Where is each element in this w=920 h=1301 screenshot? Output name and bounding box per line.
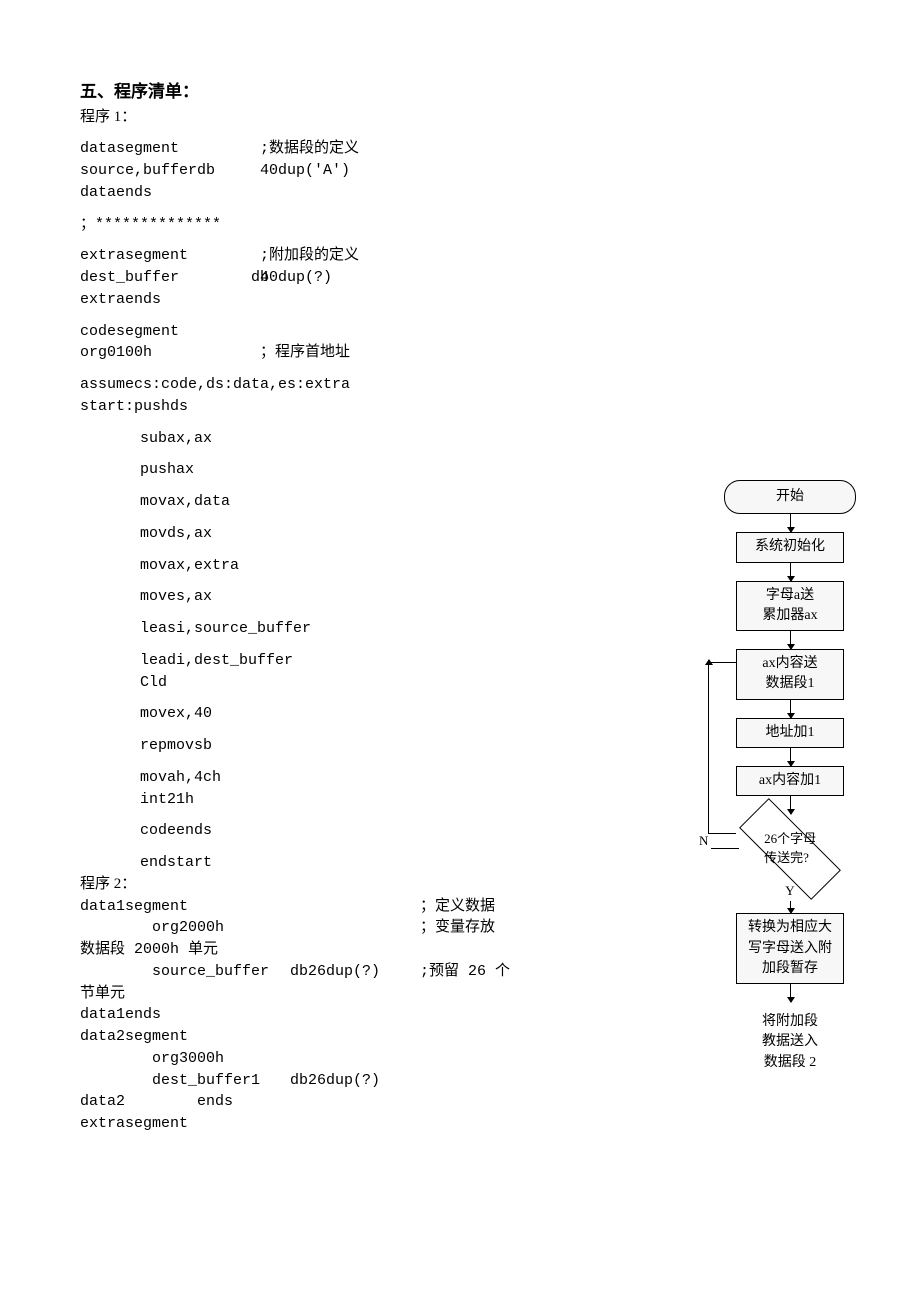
flow-text: 写字母送入附	[745, 939, 835, 959]
code-text: 数据段 2000h 单元	[80, 939, 218, 961]
code-text: codeends	[140, 820, 212, 842]
flow-text: 数据段 2	[762, 1053, 818, 1073]
code-text: db26dup(?)	[290, 1070, 380, 1092]
arrow-icon	[790, 901, 791, 913]
flow-text: ax内容送	[745, 654, 835, 674]
code-text: source_buffer	[80, 961, 290, 983]
code-text: source,bufferdb	[80, 160, 260, 182]
flow-step: ax内容送 数据段1	[736, 649, 844, 700]
code-text: ;附加段的定义	[260, 245, 700, 267]
flow-text: 传送完?	[764, 849, 816, 868]
code-text: start:pushds	[80, 396, 188, 418]
code-text: int21h	[140, 789, 194, 811]
code-text: 40dup(?)	[260, 267, 700, 289]
code-text: org2000h	[80, 917, 420, 939]
code-text: leadi,dest_buffer	[140, 650, 293, 672]
code-text: data1ends	[80, 1004, 161, 1026]
flow-label-yes: Y	[785, 882, 794, 901]
arrow-up-icon	[705, 659, 713, 665]
code-text: 节单元	[80, 983, 125, 1005]
code-text: movds,ax	[140, 523, 212, 545]
arrow-icon	[790, 984, 791, 1002]
section-title: 五、程序清单：	[80, 80, 700, 105]
code-text: assumecs:code,ds:data,es:extra	[80, 374, 350, 396]
code-text: Cld	[140, 672, 167, 694]
code-text: ；**************	[80, 214, 221, 236]
program2-code: data1segment；定义数据 org2000h；变量存放 数据段 2000…	[80, 896, 700, 1135]
flow-text: 字母a送	[745, 586, 835, 606]
flow-text: 26个字母	[764, 831, 816, 850]
code-text: movex,40	[140, 703, 212, 725]
flow-text: 加段暂存	[745, 959, 835, 979]
code-text: data1segment	[80, 896, 420, 918]
code-text: extrasegment	[80, 1113, 188, 1135]
code-text: ；定义数据	[420, 896, 495, 918]
arrow-icon	[790, 563, 791, 581]
code-text: extraends	[80, 289, 260, 311]
flow-text: 教据送入	[762, 1032, 818, 1052]
flow-text: 将附加段	[762, 1012, 818, 1032]
code-text: db26dup(?)	[290, 961, 420, 983]
arrow-icon	[790, 700, 791, 718]
code-text: org3000h	[80, 1048, 224, 1070]
flow-step: ax内容加1	[736, 766, 844, 796]
flow-text: 数据段1	[745, 674, 835, 694]
loop-line	[711, 848, 739, 849]
flowchart: 开始 系统初始化 字母a送 累加器ax ax内容送 数据段1 地址加1 ax内容…	[700, 480, 880, 1073]
code-text: dest_buffer1	[80, 1070, 290, 1092]
code-text: 40dup('A')	[260, 160, 700, 182]
code-text: datasegment	[80, 138, 260, 160]
code-text: repmovsb	[140, 735, 212, 757]
arrow-icon	[790, 514, 791, 532]
arrow-icon	[790, 631, 791, 649]
code-text: pushax	[140, 459, 194, 481]
flow-step: 将附加段 教据送入 数据段 2	[762, 1012, 818, 1073]
flow-text: 累加器ax	[745, 606, 835, 626]
program1-label: 程序 1：	[80, 107, 700, 129]
code-text: dest_buffer db	[80, 267, 260, 289]
code-text: subax,ax	[140, 428, 212, 450]
code-text: movah,4ch	[140, 767, 221, 789]
code-text: leasi,source_buffer	[140, 618, 311, 640]
arrow-icon	[790, 748, 791, 766]
code-text: moves,ax	[140, 586, 212, 608]
code-text: ;预留 26 个	[420, 961, 510, 983]
code-text: data2segment	[80, 1026, 188, 1048]
code-text: movax,data	[140, 491, 230, 513]
flow-step: 字母a送 累加器ax	[736, 581, 844, 632]
arrow-icon	[790, 796, 791, 814]
flow-label-no: N	[699, 832, 708, 851]
code-text: ；程序首地址	[260, 342, 700, 364]
loop-line	[708, 663, 709, 834]
flow-text: 转换为相应大	[745, 918, 835, 938]
code-text: extrasegment	[80, 245, 260, 267]
code-text: data2 ends	[80, 1091, 233, 1113]
flow-step: 转换为相应大 写字母送入附 加段暂存	[736, 913, 844, 984]
flow-step: 地址加1	[736, 718, 844, 748]
program2-label: 程序 2：	[80, 874, 700, 896]
code-text: dataends	[80, 182, 260, 204]
code-text: movax,extra	[140, 555, 239, 577]
code-text: ；变量存放	[420, 917, 495, 939]
program1-code: datasegment;数据段的定义 source,bufferdb40dup(…	[80, 138, 700, 203]
code-text: endstart	[140, 852, 212, 874]
code-text: ;数据段的定义	[260, 138, 700, 160]
code-text: codesegment	[80, 321, 260, 343]
code-text: org0100h	[80, 342, 260, 364]
flow-step: 系统初始化	[736, 532, 844, 562]
flow-start: 开始	[724, 480, 856, 514]
